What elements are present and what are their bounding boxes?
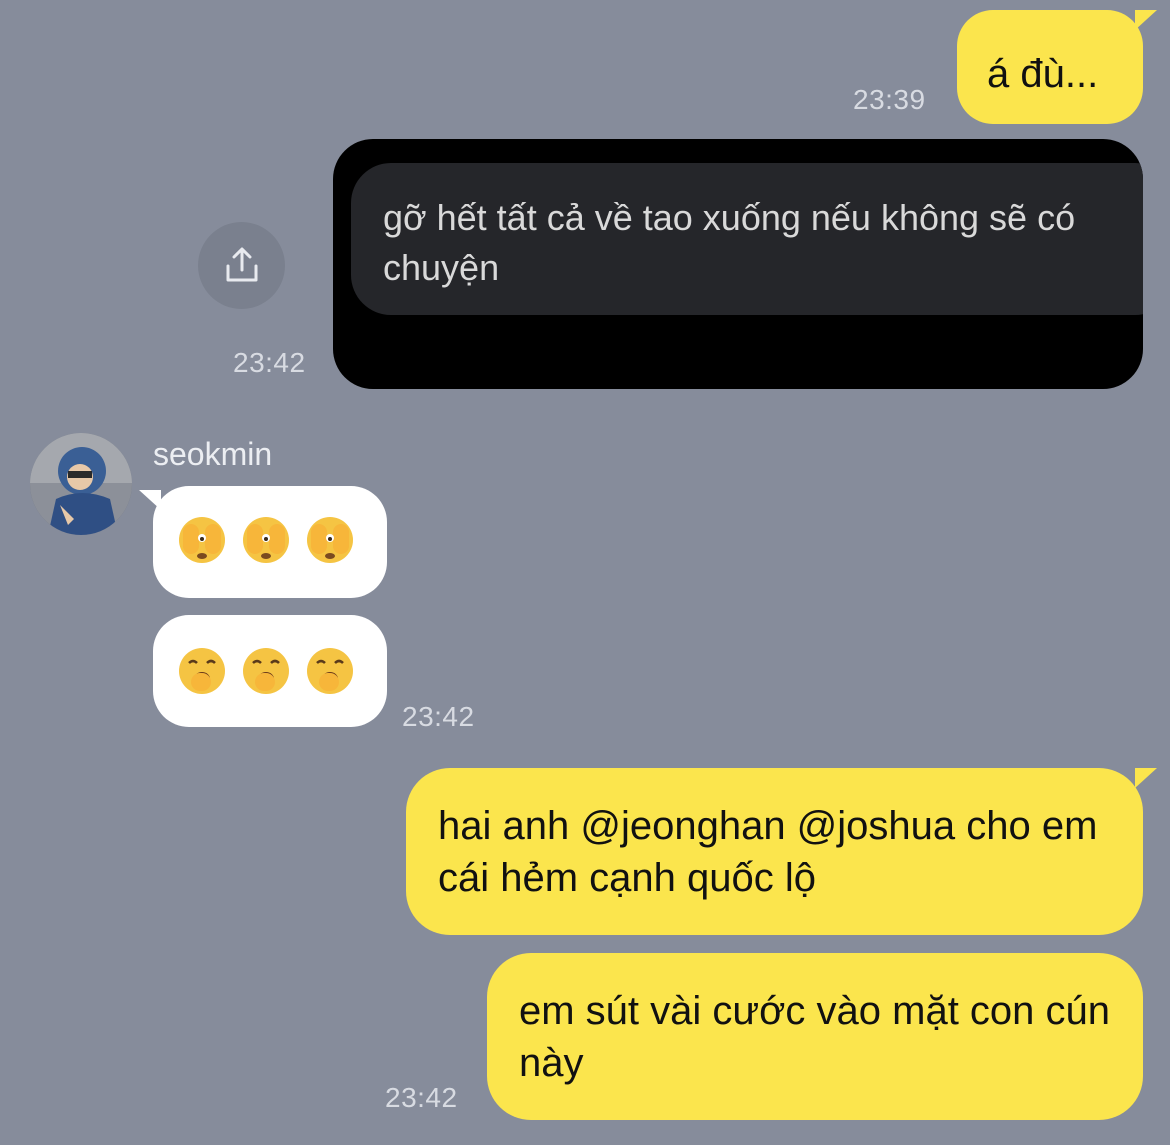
emoji [177,512,227,573]
yawning-face-icon [307,648,353,694]
emoji [305,512,355,573]
emoji-row [177,643,387,704]
yawning-face-icon [243,648,289,694]
avatar[interactable] [30,433,132,535]
image-text: gỡ hết tất cả về tao xuống nếu không sẽ … [383,197,1076,288]
incoming-message[interactable] [139,486,387,598]
chat-view[interactable]: á đù... 23:39 gỡ hết tất cả về tao xuống… [0,0,1170,1145]
message-text: hai anh @jeonghan @joshua cho em cái hẻm… [438,804,1098,900]
message-text: em sút vài cước vào mặt con cún này [519,989,1111,1085]
message-text: á đù... [987,52,1099,96]
emoji [241,512,291,573]
emoji [177,643,227,704]
image-content: gỡ hết tất cả về tao xuống nếu không sẽ … [351,163,1143,315]
emoji-row [177,512,387,573]
image-message[interactable]: gỡ hết tất cả về tao xuống nếu không sẽ … [333,139,1143,389]
outgoing-message[interactable]: á đù... [957,10,1157,124]
message-time: 23:39 [853,84,926,115]
incoming-message[interactable] [153,615,387,727]
message-time: 23:42 [233,347,306,378]
peeking-face-icon [307,517,353,563]
emoji [305,643,355,704]
sender-name: seokmin [153,436,273,472]
outgoing-message[interactable]: em sút vài cước vào mặt con cún này [487,953,1143,1120]
yawning-face-icon [179,648,225,694]
peeking-face-icon [243,517,289,563]
emoji [241,643,291,704]
share-button[interactable] [198,222,285,309]
outgoing-message[interactable]: hai anh @jeonghan @joshua cho em cái hẻm… [406,768,1157,935]
peeking-face-icon [179,517,225,563]
avatar-image [30,433,132,535]
message-time: 23:42 [385,1082,458,1113]
share-icon [226,247,257,281]
message-time: 23:42 [402,701,475,732]
